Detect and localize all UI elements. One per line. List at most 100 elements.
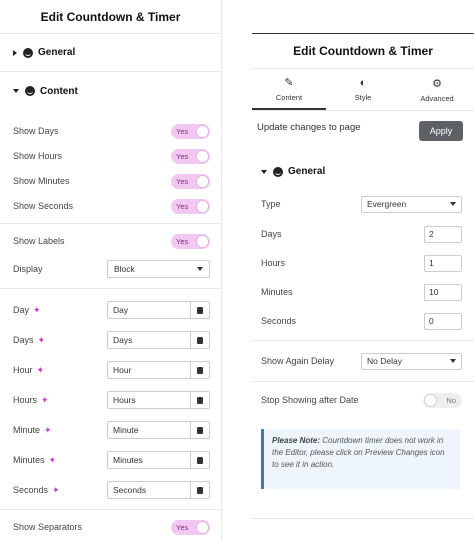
show-labels-toggle[interactable]: Yes bbox=[171, 233, 210, 249]
ai-sparkle-icon[interactable]: ✦ bbox=[33, 305, 41, 316]
database-icon bbox=[197, 396, 203, 404]
database-icon bbox=[197, 306, 203, 314]
input-value[interactable]: Day bbox=[107, 301, 190, 319]
display-row: Display Block bbox=[13, 259, 210, 279]
minutes-number-input[interactable]: 10 bbox=[424, 283, 462, 301]
show-days-toggle[interactable]: Yes bbox=[171, 123, 210, 139]
type-select[interactable]: Evergreen bbox=[361, 195, 462, 213]
database-icon bbox=[197, 366, 203, 374]
row-label: Seconds bbox=[261, 316, 297, 326]
apply-button[interactable]: Apply bbox=[419, 121, 463, 141]
chevron-down-icon bbox=[450, 202, 456, 206]
tab-advanced[interactable]: ⚙ Advanced bbox=[400, 69, 474, 110]
show-separators-toggle[interactable]: Yes bbox=[171, 519, 210, 535]
ai-sparkle-icon[interactable]: ✦ bbox=[52, 485, 60, 496]
dynamic-tags-button[interactable] bbox=[190, 301, 210, 319]
input-value[interactable]: Minute bbox=[107, 421, 190, 439]
ai-sparkle-icon[interactable]: ✦ bbox=[37, 365, 45, 376]
label-text: Hours bbox=[13, 395, 38, 405]
label-day-row: Day ✦ Day bbox=[13, 300, 210, 320]
row-label: Show Minutes bbox=[13, 176, 70, 186]
show-separators-row: Show Separators Yes bbox=[13, 517, 210, 537]
show-seconds-toggle[interactable]: Yes bbox=[171, 198, 210, 214]
ai-sparkle-icon[interactable]: ✦ bbox=[38, 335, 46, 346]
tab-style[interactable]: ◐ Style bbox=[326, 69, 400, 110]
divider bbox=[252, 518, 474, 519]
show-seconds-row: Show Seconds Yes bbox=[13, 196, 210, 216]
row-label: Show Hours bbox=[13, 151, 63, 161]
ai-sparkle-icon[interactable]: ✦ bbox=[44, 425, 52, 436]
seconds-number-input[interactable]: 0 bbox=[424, 312, 462, 330]
chevron-down-icon bbox=[13, 89, 19, 93]
section-label: Content bbox=[40, 85, 78, 97]
chevron-down-icon bbox=[450, 359, 456, 363]
ai-sparkle-icon[interactable]: ✦ bbox=[41, 395, 49, 406]
row-label: Show Seconds bbox=[13, 201, 74, 211]
section-general-collapsed[interactable]: General bbox=[0, 34, 221, 72]
editor-note: Please Note: Countdown timer does not wo… bbox=[261, 429, 460, 489]
divider bbox=[252, 340, 474, 341]
show-minutes-toggle[interactable]: Yes bbox=[171, 173, 210, 189]
label-day-input[interactable]: Day bbox=[107, 301, 210, 319]
display-select[interactable]: Block bbox=[107, 260, 210, 278]
row-label: Hours ✦ bbox=[13, 395, 49, 406]
toggle-text: Yes bbox=[176, 236, 189, 246]
smiley-icon bbox=[273, 166, 283, 177]
section-general-expanded[interactable]: General bbox=[261, 166, 325, 177]
contrast-icon: ◐ bbox=[359, 77, 367, 89]
toggle-text: Yes bbox=[176, 201, 189, 211]
input-value[interactable]: Seconds bbox=[107, 481, 190, 499]
row-label: Show Again Delay bbox=[261, 356, 335, 366]
dynamic-tags-button[interactable] bbox=[190, 421, 210, 439]
left-editor-panel: Edit Countdown & Timer General Content S… bbox=[0, 0, 222, 541]
input-value[interactable]: Hour bbox=[107, 361, 190, 379]
row-label: Day ✦ bbox=[13, 305, 41, 316]
dynamic-tags-button[interactable] bbox=[190, 361, 210, 379]
row-label: Minute ✦ bbox=[13, 425, 52, 436]
dynamic-tags-button[interactable] bbox=[190, 451, 210, 469]
row-label: Hour ✦ bbox=[13, 365, 44, 376]
label-seconds-input[interactable]: Seconds bbox=[107, 481, 210, 499]
chevron-right-icon bbox=[13, 49, 17, 56]
smiley-icon bbox=[23, 47, 33, 58]
section-label: General bbox=[38, 47, 76, 58]
select-value: Evergreen bbox=[367, 199, 407, 209]
label-minutes-input[interactable]: Minutes bbox=[107, 451, 210, 469]
label-days-row: Days ✦ Days bbox=[13, 330, 210, 350]
toggle-knob bbox=[196, 124, 209, 138]
section-label: General bbox=[288, 166, 326, 177]
show-again-select[interactable]: No Delay bbox=[361, 352, 462, 370]
label-hours-input[interactable]: Hours bbox=[107, 391, 210, 409]
days-number-input[interactable]: 2 bbox=[424, 225, 462, 243]
label-minute-row: Minute ✦ Minute bbox=[13, 420, 210, 440]
label-hours-row: Hours ✦ Hours bbox=[13, 390, 210, 410]
stop-showing-toggle[interactable]: No bbox=[423, 392, 462, 408]
dynamic-tags-button[interactable] bbox=[190, 391, 210, 409]
hours-number-input[interactable]: 1 bbox=[424, 254, 462, 272]
dynamic-tags-button[interactable] bbox=[190, 481, 210, 499]
panel-title: Edit Countdown & Timer bbox=[252, 34, 474, 69]
tab-label: Content bbox=[275, 92, 303, 102]
label-minutes-row: Minutes ✦ Minutes bbox=[13, 450, 210, 470]
toggle-knob bbox=[196, 520, 209, 534]
tab-content[interactable]: ✎ Content bbox=[252, 69, 326, 110]
section-content-expanded[interactable]: Content bbox=[0, 72, 221, 110]
divider bbox=[0, 288, 222, 289]
label-text: Day bbox=[13, 305, 30, 315]
label-days-input[interactable]: Days bbox=[107, 331, 210, 349]
show-hours-toggle[interactable]: Yes bbox=[171, 148, 210, 164]
toggle-knob bbox=[196, 199, 209, 213]
input-value[interactable]: Days bbox=[107, 331, 190, 349]
input-value[interactable]: Hours bbox=[107, 391, 190, 409]
ai-sparkle-icon[interactable]: ✦ bbox=[49, 455, 57, 466]
label-minute-input[interactable]: Minute bbox=[107, 421, 210, 439]
label-hour-input[interactable]: Hour bbox=[107, 361, 210, 379]
label-seconds-row: Seconds ✦ Seconds bbox=[13, 480, 210, 500]
minutes-row: Minutes 10 bbox=[261, 283, 462, 301]
show-labels-row: Show Labels Yes bbox=[13, 231, 210, 251]
dynamic-tags-button[interactable] bbox=[190, 331, 210, 349]
row-label: Show Separators bbox=[13, 522, 83, 532]
toggle-text: Yes bbox=[176, 522, 189, 532]
tab-label: Style bbox=[354, 93, 372, 102]
input-value[interactable]: Minutes bbox=[107, 451, 190, 469]
